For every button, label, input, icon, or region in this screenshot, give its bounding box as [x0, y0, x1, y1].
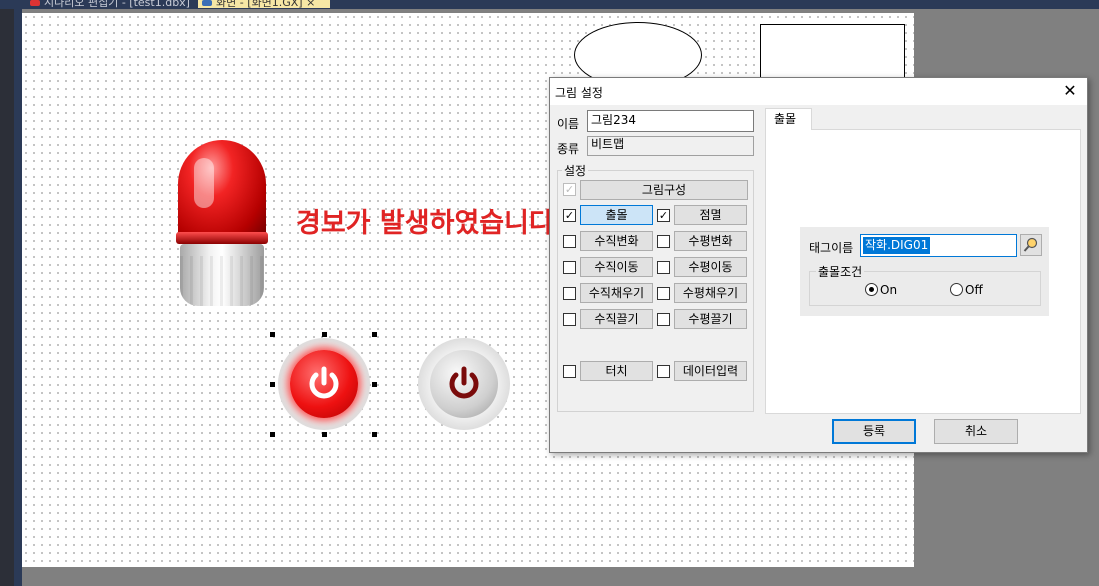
touch-button[interactable]: 터치: [580, 361, 653, 381]
compose-checkbox: ✓: [563, 183, 576, 196]
dialog-title-bar: 그림 설정 ✕: [550, 78, 1087, 105]
condition-off-radio[interactable]: [950, 283, 963, 296]
vertical-fill-button[interactable]: 수직채우기: [580, 283, 653, 303]
compose-button[interactable]: 그림구성: [580, 180, 748, 200]
condition-group-label: 출몰조건: [816, 263, 865, 280]
tab-appear[interactable]: 출몰: [765, 108, 812, 130]
vertical-move-button[interactable]: 수직이동: [580, 257, 653, 277]
horizontal-fill-checkbox[interactable]: [657, 287, 670, 300]
horizontal-drag-checkbox[interactable]: [657, 313, 670, 326]
vertical-change-button[interactable]: 수직변화: [580, 231, 653, 251]
condition-on-label[interactable]: On: [880, 283, 897, 297]
vertical-drag-button[interactable]: 수직끌기: [580, 309, 653, 329]
appear-option-button[interactable]: 출몰: [580, 205, 653, 225]
tag-name-label: 태그이름: [809, 241, 854, 255]
document-tab-scenario[interactable]: 시나리오 편집기 - [test1.dbx]: [26, 0, 194, 8]
data-input-button[interactable]: 데이터입력: [674, 361, 747, 381]
screen-file-icon: [202, 0, 212, 6]
close-icon[interactable]: ✕: [1061, 82, 1079, 100]
data-input-checkbox[interactable]: [657, 365, 670, 378]
condition-off-label[interactable]: Off: [965, 283, 983, 297]
selection-handle[interactable]: [322, 432, 327, 437]
vertical-move-checkbox[interactable]: [563, 261, 576, 274]
appear-checkbox[interactable]: ✓: [563, 209, 576, 222]
settings-group-label: 설정: [562, 162, 589, 179]
dialog-title: 그림 설정: [555, 86, 603, 100]
blink-option-button[interactable]: 점멸: [674, 205, 747, 225]
selection-handle[interactable]: [372, 432, 377, 437]
vertical-change-checkbox[interactable]: [563, 235, 576, 248]
power-button-on-image[interactable]: [278, 338, 370, 430]
type-field: 비트맵: [587, 136, 754, 156]
selection-handle[interactable]: [270, 382, 275, 387]
selection-handle[interactable]: [372, 332, 377, 337]
power-icon: [309, 366, 339, 399]
left-dock-edge: [0, 9, 14, 586]
cancel-button[interactable]: 취소: [934, 419, 1018, 444]
horizontal-drag-button[interactable]: 수평끌기: [674, 309, 747, 329]
tag-browse-button[interactable]: [1020, 234, 1042, 256]
selection-handle[interactable]: [270, 432, 275, 437]
horizontal-fill-button[interactable]: 수평채우기: [674, 283, 747, 303]
browse-icon: [1023, 237, 1038, 252]
name-field[interactable]: 그림234: [587, 110, 754, 132]
horizontal-change-button[interactable]: 수평변화: [674, 231, 747, 251]
type-label: 종류: [557, 142, 580, 156]
document-tab-screen[interactable]: 화면 - [화면1.GX] ×: [198, 0, 330, 8]
register-button[interactable]: 등록: [832, 419, 916, 444]
selection-handle[interactable]: [322, 332, 327, 337]
blink-checkbox[interactable]: ✓: [657, 209, 670, 222]
document-tab-label: 화면 - [화면1.GX] ×: [216, 0, 316, 8]
warning-lamp-image[interactable]: [170, 136, 274, 312]
lamp-ring: [176, 232, 268, 244]
alarm-message-text[interactable]: 경보가 발생하였습니다: [296, 204, 552, 244]
tag-name-value: 작화.DIG01: [863, 237, 931, 254]
tag-name-field[interactable]: 작화.DIG01: [860, 234, 1017, 257]
horizontal-change-checkbox[interactable]: [657, 235, 670, 248]
condition-on-radio[interactable]: [865, 283, 878, 296]
lamp-dome: [178, 140, 266, 240]
document-tab-label: 시나리오 편집기 - [test1.dbx]: [44, 0, 190, 8]
document-tab-strip: 시나리오 편집기 - [test1.dbx] 화면 - [화면1.GX] ×: [0, 0, 1099, 9]
selection-handle[interactable]: [270, 332, 275, 337]
power-button-face: [290, 350, 358, 418]
name-label: 이름: [557, 117, 580, 131]
vertical-fill-checkbox[interactable]: [563, 287, 576, 300]
power-button-off-image[interactable]: [418, 338, 510, 430]
lamp-highlight: [194, 158, 214, 208]
touch-checkbox[interactable]: [563, 365, 576, 378]
power-button-face: [430, 350, 498, 418]
document-icon: [30, 0, 40, 6]
editor-frame-edge: [14, 9, 22, 586]
lamp-base-ribs: [180, 256, 264, 306]
horizontal-move-checkbox[interactable]: [657, 261, 670, 274]
picture-settings-dialog: 그림 설정 ✕ 이름 그림234 종류 비트맵 설정 ✓ 그림구성 ✓ 출몰 ✓…: [549, 77, 1088, 453]
selection-handle[interactable]: [372, 382, 377, 387]
power-icon: [449, 366, 479, 399]
vertical-drag-checkbox[interactable]: [563, 313, 576, 326]
horizontal-move-button[interactable]: 수평이동: [674, 257, 747, 277]
